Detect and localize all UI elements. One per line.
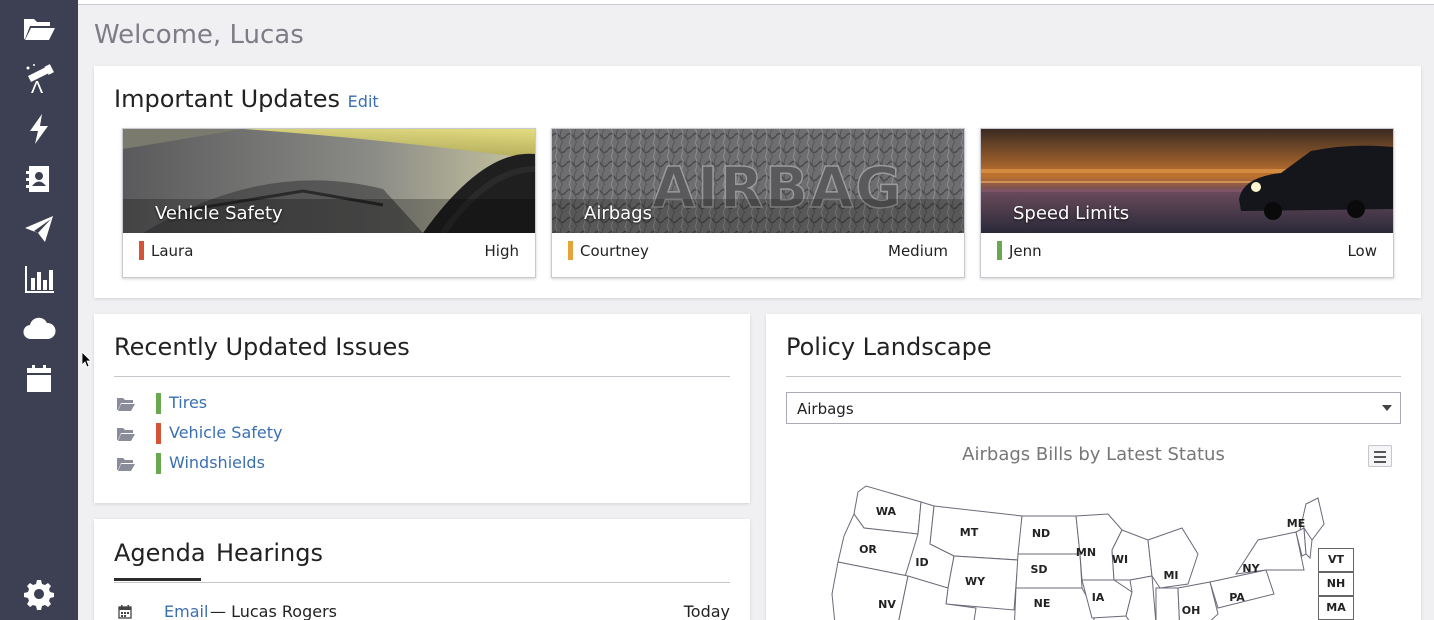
update-priority: Medium bbox=[888, 242, 948, 260]
recent-issues-panel: Recently Updated Issues Tires Vehicle Sa… bbox=[94, 314, 750, 503]
state-label: WA bbox=[876, 505, 897, 518]
state-label: OH bbox=[1182, 604, 1201, 617]
state-label: NV bbox=[878, 598, 896, 611]
issue-link[interactable]: Vehicle Safety bbox=[169, 423, 282, 442]
state-label: MT bbox=[960, 526, 979, 539]
state-label: OR bbox=[859, 543, 877, 556]
state-label: WI bbox=[1112, 553, 1128, 566]
selected-issue: Airbags bbox=[797, 400, 854, 418]
map-title: Airbags Bills by Latest Status bbox=[962, 444, 1225, 465]
state-sd bbox=[1015, 553, 1083, 589]
policy-landscape-title: Policy Landscape bbox=[786, 333, 992, 361]
sidebar bbox=[0, 0, 78, 620]
tab-agenda[interactable]: Agenda bbox=[114, 539, 206, 567]
edit-link[interactable]: Edit bbox=[348, 92, 379, 111]
state-in bbox=[1155, 587, 1180, 620]
recent-issues-title: Recently Updated Issues bbox=[114, 333, 410, 361]
calendar-icon[interactable] bbox=[19, 361, 59, 397]
agenda-who: — Lucas Rogers bbox=[210, 602, 337, 620]
issue-link[interactable]: Windshields bbox=[169, 453, 265, 472]
cloud-icon[interactable] bbox=[19, 311, 59, 347]
folder-open-icon bbox=[117, 458, 135, 471]
divider bbox=[114, 582, 730, 583]
state-label: IA bbox=[1092, 591, 1105, 604]
update-owner: Courtney bbox=[580, 242, 649, 260]
state-label: ID bbox=[915, 556, 928, 569]
priority-indicator bbox=[997, 241, 1002, 260]
state-label: PA bbox=[1229, 591, 1245, 604]
update-owner: Laura bbox=[151, 242, 194, 260]
state-box-ma[interactable]: MA bbox=[1318, 596, 1354, 620]
chevron-down-icon bbox=[1382, 405, 1392, 411]
state-box-nh[interactable]: NH bbox=[1318, 572, 1354, 596]
update-title: Airbags bbox=[584, 203, 652, 224]
active-tab-indicator bbox=[114, 578, 201, 581]
agenda-type-link[interactable]: Email bbox=[164, 602, 208, 620]
agenda-panel: Agenda Hearings Email — Lucas Rogers Tod… bbox=[94, 519, 750, 620]
mouse-cursor-icon bbox=[82, 352, 92, 368]
state-label: SD bbox=[1030, 563, 1047, 576]
state-il bbox=[1125, 575, 1157, 620]
paper-plane-icon[interactable] bbox=[19, 211, 59, 247]
bar-chart-icon[interactable] bbox=[19, 261, 59, 297]
state-label: ME bbox=[1287, 517, 1305, 530]
state-label: NE bbox=[1034, 597, 1051, 610]
status-indicator bbox=[156, 393, 161, 414]
update-card-airbags[interactable]: AIRBAG Airbags Courtney Medium bbox=[551, 128, 965, 278]
issue-link[interactable]: Tires bbox=[169, 393, 207, 412]
state-box-vt[interactable]: VT bbox=[1318, 548, 1354, 572]
list-item[interactable]: Windshields bbox=[116, 452, 416, 476]
update-title: Speed Limits bbox=[1013, 203, 1130, 224]
agenda-row[interactable]: Email — Lucas Rogers Today bbox=[114, 601, 730, 620]
state-ne bbox=[1014, 587, 1097, 620]
folder-open-icon[interactable] bbox=[19, 10, 59, 46]
list-item[interactable]: Tires bbox=[116, 392, 416, 416]
update-title: Vehicle Safety bbox=[155, 203, 283, 224]
update-card-vehicle-safety[interactable]: Vehicle Safety Laura High bbox=[122, 128, 536, 278]
state-label: ND bbox=[1032, 527, 1050, 540]
update-card-speed-limits[interactable]: Speed Limits Jenn Low bbox=[980, 128, 1394, 278]
page-title: Welcome, Lucas bbox=[94, 20, 304, 50]
status-indicator bbox=[156, 423, 161, 444]
contact-book-icon[interactable] bbox=[19, 161, 59, 197]
telescope-icon[interactable] bbox=[19, 61, 59, 97]
state-label: MI bbox=[1163, 569, 1178, 582]
agenda-when: Today bbox=[683, 602, 730, 620]
us-map: WA OR MT ID WY ND SD NE MN WI IA MI NY P… bbox=[831, 485, 1325, 620]
state-label: MN bbox=[1076, 546, 1096, 559]
issue-select[interactable]: Airbags bbox=[786, 392, 1401, 424]
gear-icon[interactable] bbox=[19, 576, 59, 612]
state-label: WY bbox=[965, 575, 986, 588]
policy-landscape-panel: Policy Landscape Airbags Airbags Bills b… bbox=[766, 314, 1421, 620]
chart-menu-button[interactable] bbox=[1368, 445, 1392, 467]
folder-open-icon bbox=[117, 398, 135, 411]
bolt-icon[interactable] bbox=[19, 111, 59, 147]
priority-indicator bbox=[139, 241, 144, 260]
list-item[interactable]: Vehicle Safety bbox=[116, 422, 416, 446]
priority-indicator bbox=[568, 241, 573, 260]
folder-open-icon bbox=[117, 428, 135, 441]
update-priority: Low bbox=[1347, 242, 1377, 260]
status-indicator bbox=[156, 453, 161, 474]
state-label: NY bbox=[1242, 562, 1260, 575]
update-owner: Jenn bbox=[1009, 242, 1042, 260]
important-updates-panel: Important Updates Edit Vehicle Safety La… bbox=[94, 66, 1421, 298]
important-updates-title: Important Updates Edit bbox=[114, 85, 379, 113]
top-border bbox=[78, 0, 1434, 5]
divider bbox=[114, 376, 730, 377]
divider bbox=[786, 376, 1401, 377]
tab-hearings[interactable]: Hearings bbox=[216, 539, 323, 567]
update-priority: High bbox=[484, 242, 519, 260]
calendar-icon bbox=[118, 605, 132, 619]
